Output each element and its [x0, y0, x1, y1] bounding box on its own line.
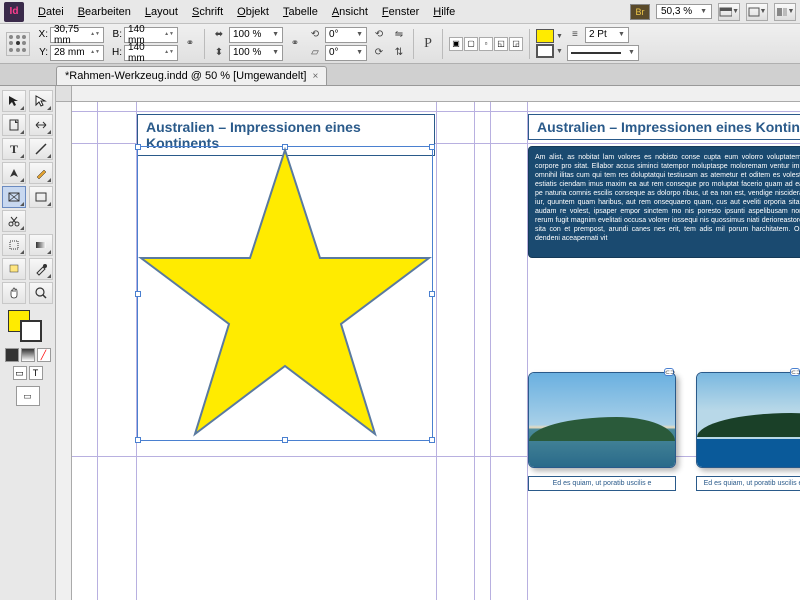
caption-frame-1[interactable]: Ed es quiam, ut poratib uscilis e	[528, 476, 676, 491]
rotate-input[interactable]: 0°▼	[325, 27, 367, 43]
stroke-style-input[interactable]: ▼	[567, 45, 639, 61]
x-label: X:	[34, 29, 48, 40]
screen-mode-button[interactable]: ▼	[746, 3, 768, 21]
menu-bearbeiten[interactable]: Bearbeiten	[72, 4, 137, 20]
app-icon: Id	[4, 2, 24, 22]
zoom-level[interactable]: 50,3 %▼	[656, 4, 712, 19]
ruler-origin[interactable]	[56, 86, 72, 102]
view-mode-button[interactable]: ▼	[718, 3, 740, 21]
fit-options: ▣ ▢ ▫ ◱ ◲	[449, 37, 523, 51]
fit-frame-icon[interactable]: ▢	[464, 37, 478, 51]
note-tool[interactable]	[2, 258, 26, 280]
link-badge-icon: ⊂⊃	[664, 368, 674, 376]
apply-none-icon[interactable]: ╱	[37, 348, 51, 362]
star-polygon[interactable]	[137, 146, 433, 441]
view-mode-icon[interactable]: ▭	[16, 386, 40, 406]
scale-x-icon: ⬌	[211, 27, 227, 43]
normal-mode-icon[interactable]: ▭	[13, 366, 27, 380]
scale-y-icon: ⬍	[211, 45, 227, 61]
scale-y-input[interactable]: 100 %▼	[229, 45, 283, 61]
menu-layout[interactable]: Layout	[139, 4, 184, 20]
document-tab[interactable]: *Rahmen-Werkzeug.indd @ 50 % [Umgewandel…	[56, 66, 327, 85]
close-tab-icon[interactable]: ×	[312, 71, 318, 82]
h-input[interactable]: 140 mm▲▼	[124, 45, 178, 61]
h-label: H:	[108, 47, 122, 58]
type-tool[interactable]: T	[2, 138, 26, 160]
ruler-vertical[interactable]	[56, 102, 72, 600]
arrange-button[interactable]: ▼	[774, 3, 796, 21]
title-frame-right[interactable]: Australien – Impressionen eines Kontinen…	[528, 114, 800, 140]
scale-x-input[interactable]: 100 %▼	[229, 27, 283, 43]
color-swatches[interactable]	[2, 310, 53, 344]
fill-prop-icon[interactable]: ◲	[509, 37, 523, 51]
link-wh-icon[interactable]: ⚭	[182, 36, 198, 52]
stroke-weight-icon: ≡	[567, 27, 583, 43]
control-bar: X:30,75 mm▲▼ Y:28 mm▲▼ B:140 mm▲▼ H:140 …	[0, 24, 800, 64]
body-text-frame[interactable]: Am alist, as nobitat lam volores es nobi…	[528, 146, 800, 258]
stroke-weight-input[interactable]: 2 Pt▼	[585, 27, 629, 43]
menu-fenster[interactable]: Fenster	[376, 4, 425, 20]
pencil-tool[interactable]	[29, 162, 53, 184]
menu-datei[interactable]: Datei	[32, 4, 70, 20]
stroke-color[interactable]	[20, 320, 42, 342]
shear-icon: ▱	[307, 45, 323, 61]
pasteboard[interactable]: Australien – Impressionen eines Kontinen…	[72, 102, 800, 600]
stroke-swatch[interactable]	[536, 44, 554, 58]
gap-tool[interactable]	[29, 114, 53, 136]
caption-frame-2[interactable]: Ed es quiam, ut poratib uscilis e	[696, 476, 800, 491]
menu-objekt[interactable]: Objekt	[231, 4, 275, 20]
image-frame-1[interactable]	[528, 372, 676, 468]
fill-swatch[interactable]	[536, 29, 554, 43]
menu-schrift[interactable]: Schrift	[186, 4, 229, 20]
free-transform-tool[interactable]	[2, 234, 26, 256]
shear-input[interactable]: 0°▼	[325, 45, 367, 61]
scissors-tool[interactable]	[2, 210, 26, 232]
w-label: B:	[108, 29, 122, 40]
hand-tool[interactable]	[2, 282, 26, 304]
x-input[interactable]: 30,75 mm▲▼	[50, 27, 104, 43]
document-tab-label: *Rahmen-Werkzeug.indd @ 50 % [Umgewandel…	[65, 70, 306, 82]
flip-h-icon[interactable]: ⇋	[391, 27, 407, 43]
pen-tool[interactable]	[2, 162, 26, 184]
zoom-tool[interactable]	[29, 282, 53, 304]
rotate-icon: ⟲	[307, 27, 323, 43]
canvas[interactable]: Australien – Impressionen eines Kontinen…	[56, 86, 800, 600]
rotate-ccw-icon[interactable]: ⟲	[371, 27, 387, 43]
document-tab-bar: *Rahmen-Werkzeug.indd @ 50 % [Umgewandel…	[0, 64, 800, 86]
y-label: Y:	[34, 47, 48, 58]
apply-gradient-icon[interactable]	[21, 348, 35, 362]
rectangle-tool[interactable]	[29, 186, 53, 208]
link-badge-icon: ⊂⊃	[790, 368, 800, 376]
center-content-icon[interactable]: ▫	[479, 37, 493, 51]
menu-ansicht[interactable]: Ansicht	[326, 4, 374, 20]
formatting-text-icon[interactable]: T	[29, 366, 43, 380]
direct-selection-tool[interactable]	[29, 90, 53, 112]
fit-prop-icon[interactable]: ◱	[494, 37, 508, 51]
eyedropper-tool[interactable]	[29, 258, 53, 280]
ruler-horizontal[interactable]	[72, 86, 800, 102]
w-input[interactable]: 140 mm▲▼	[124, 27, 178, 43]
reference-point[interactable]	[6, 32, 30, 56]
page-tool[interactable]	[2, 114, 26, 136]
apply-color-icon[interactable]	[5, 348, 19, 362]
flip-v-icon[interactable]: ⇅	[391, 45, 407, 61]
menu-hilfe[interactable]: Hilfe	[427, 4, 461, 20]
char-panel-icon[interactable]: P	[420, 36, 436, 52]
selection-tool[interactable]	[2, 90, 26, 112]
toolbox: T ╱ ▭ T ▭	[0, 86, 56, 600]
menu-bar: Id Datei Bearbeiten Layout Schrift Objek…	[0, 0, 800, 24]
rotate-cw-icon[interactable]: ⟳	[371, 45, 387, 61]
fit-content-icon[interactable]: ▣	[449, 37, 463, 51]
image-frame-2[interactable]	[696, 372, 800, 468]
line-tool[interactable]	[29, 138, 53, 160]
menu-tabelle[interactable]: Tabelle	[277, 4, 324, 20]
link-scale-icon[interactable]: ⚭	[287, 36, 303, 52]
bridge-icon[interactable]: Br	[630, 4, 650, 20]
rectangle-frame-tool[interactable]	[2, 186, 26, 208]
gradient-tool[interactable]	[29, 234, 53, 256]
y-input[interactable]: 28 mm▲▼	[50, 45, 104, 61]
